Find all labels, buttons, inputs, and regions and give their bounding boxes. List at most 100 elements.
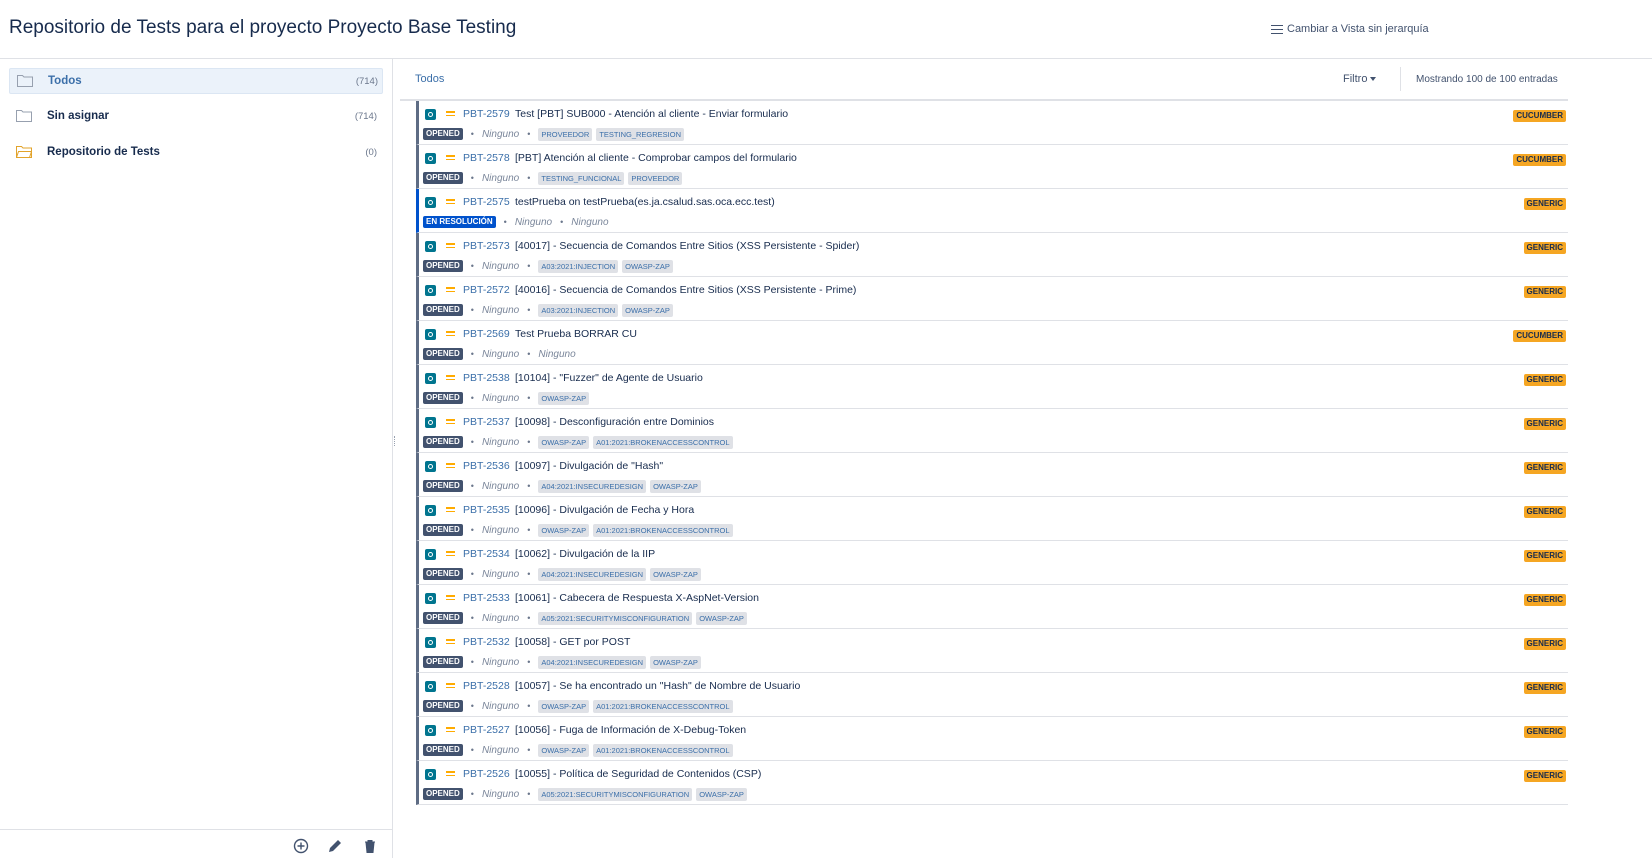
issue-label-tag[interactable]: OWASP-ZAP (622, 259, 673, 273)
issue-summary[interactable]: [10055] - Política de Seguridad de Conte… (515, 768, 761, 780)
issue-label-tag[interactable]: OWASP-ZAP (538, 699, 590, 713)
add-circle-icon[interactable] (293, 838, 309, 854)
issue-key-link[interactable]: PBT-2535 (463, 504, 510, 516)
table-row[interactable]: PBT-2537 [10098] - Desconfiguración entre… (416, 409, 1568, 453)
separator-dot: • (527, 349, 531, 359)
issue-summary[interactable]: [PBT] Atención al cliente - Comprobar ca… (515, 152, 797, 164)
separator-dot: • (470, 349, 474, 359)
issue-label-tag[interactable]: OWASP-ZAP (538, 743, 590, 757)
table-row[interactable]: PBT-2533 [10061] - Cabecera de Respuesta … (416, 585, 1568, 629)
pencil-icon[interactable] (327, 838, 343, 854)
issue-label-tag[interactable]: A01:2021:BROKENACCESSCONTROL (593, 435, 733, 449)
test-type-icon (425, 725, 436, 736)
issue-label-tag[interactable]: A05:2021:SECURITYMISCONFIGURATION (538, 611, 693, 625)
issue-summary[interactable]: [40016] - Secuencia de Comandos Entre Si… (515, 284, 856, 296)
issue-key-link[interactable]: PBT-2572 (463, 284, 510, 296)
issue-label-tag[interactable]: A01:2021:BROKENACCESSCONTROL (593, 699, 733, 713)
table-row[interactable]: PBT-2578 [PBT] Atención al cliente - Comp… (416, 145, 1568, 189)
resize-handle[interactable] (394, 436, 397, 446)
issue-key-link[interactable]: PBT-2536 (463, 460, 510, 472)
issue-label-tag[interactable]: A05:2021:SECURITYMISCONFIGURATION (538, 787, 693, 801)
view-toggle-button[interactable]: Cambiar a Vista sin jerarquía (1271, 22, 1429, 37)
issue-label-tag[interactable]: A03:2021:INJECTION (538, 259, 619, 273)
filter-button[interactable]: Filtro (1343, 73, 1377, 85)
issue-key-link[interactable]: PBT-2569 (463, 328, 510, 340)
issue-summary[interactable]: [10096] - Divulgación de Fecha y Hora (515, 504, 694, 516)
issue-label-tag[interactable]: OWASP-ZAP (696, 787, 747, 801)
issue-key-link[interactable]: PBT-2532 (463, 636, 510, 648)
issue-label-tag[interactable]: A04:2021:INSECUREDESIGN (538, 567, 647, 581)
separator-dot: • (527, 173, 531, 183)
issue-key-link[interactable]: PBT-2533 (463, 592, 510, 604)
issue-summary[interactable]: Test [PBT] SUB000 - Atención al cliente … (515, 108, 788, 120)
issue-meta-value: Ninguno (481, 656, 520, 668)
table-row[interactable]: PBT-2526 [10055] - Política de Seguridad … (416, 761, 1568, 805)
table-row[interactable]: PBT-2528 [10057] - Se ha encontrado un "H… (416, 673, 1568, 717)
folder-todos[interactable]: Todos (714) (9, 68, 383, 94)
issue-summary[interactable]: [10097] - Divulgación de "Hash" (515, 460, 663, 472)
issue-label-tag[interactable]: OWASP-ZAP (650, 567, 701, 581)
issue-label-tag[interactable]: OWASP-ZAP (650, 655, 701, 669)
table-row[interactable]: PBT-2534 [10062] - Divulgación de la IIP O… (416, 541, 1568, 585)
issue-key-link[interactable]: PBT-2534 (463, 548, 510, 560)
issue-label-tag[interactable]: A04:2021:INSECUREDESIGN (538, 655, 647, 669)
issue-label-tag[interactable]: TESTING_REGRESION (596, 127, 684, 141)
issue-label-tag[interactable]: A04:2021:INSECUREDESIGN (538, 479, 647, 493)
issue-key-link[interactable]: PBT-2575 (463, 196, 510, 208)
issue-key-link[interactable]: PBT-2538 (463, 372, 510, 384)
issue-label-tag[interactable]: OWASP-ZAP (696, 611, 747, 625)
issue-label-tag[interactable]: PROVEEDOR (628, 171, 683, 185)
issue-summary[interactable]: [10057] - Se ha encontrado un "Hash" de … (515, 680, 800, 692)
issue-summary[interactable]: [10104] - "Fuzzer" de Agente de Usuario (515, 372, 703, 384)
issue-meta-line: OPENED • Ninguno • OWASP-ZAP A01:2021:BROKENA… (423, 523, 737, 537)
issue-summary[interactable]: [10061] - Cabecera de Respuesta X-AspNet… (515, 592, 759, 604)
page-header: Repositorio de Tests para el proyecto Pr… (0, 0, 1652, 59)
separator-dot: • (470, 525, 474, 535)
breadcrumb[interactable]: Todos (415, 73, 444, 85)
issue-key-link[interactable]: PBT-2573 (463, 240, 510, 252)
issue-summary[interactable]: [10058] - GET por POST (515, 636, 630, 648)
issue-label-tag[interactable]: OWASP-ZAP (538, 435, 590, 449)
issue-key-link[interactable]: PBT-2537 (463, 416, 510, 428)
issue-summary[interactable]: [10062] - Divulgación de la IIP (515, 548, 655, 560)
table-row[interactable]: PBT-2572 [40016] - Secuencia de Comandos … (416, 277, 1568, 321)
issue-label-tag[interactable]: A01:2021:BROKENACCESSCONTROL (593, 523, 733, 537)
table-row[interactable]: PBT-2579 Test [PBT] SUB000 - Atención al … (416, 101, 1568, 145)
issue-label-tag[interactable]: TESTING_FUNCIONAL (538, 171, 625, 185)
priority-medium-icon (446, 199, 455, 205)
issue-key-link[interactable]: PBT-2526 (463, 768, 510, 780)
issue-summary[interactable]: Test Prueba BORRAR CU (515, 328, 637, 340)
issue-summary[interactable]: [10056] - Fuga de Información de X-Debug… (515, 724, 746, 736)
table-row[interactable]: PBT-2569 Test Prueba BORRAR CU OPENED • Ning… (416, 321, 1568, 365)
trash-icon[interactable] (362, 838, 378, 854)
issue-summary[interactable]: testPrueba on testPrueba(es.ja.csalud.sa… (515, 196, 775, 208)
issue-meta-line: OPENED • Ninguno • A04:2021:INSECUREDESIGN OW… (423, 655, 705, 669)
test-type-icon (425, 109, 436, 120)
priority-medium-icon (446, 551, 455, 557)
issue-summary[interactable]: [40017] - Secuencia de Comandos Entre Si… (515, 240, 859, 252)
issue-label-tag[interactable]: OWASP-ZAP (538, 523, 590, 537)
issue-label-tag[interactable]: A03:2021:INJECTION (538, 303, 619, 317)
table-row[interactable]: PBT-2532 [10058] - GET por POST OPENED • Nin… (416, 629, 1568, 673)
table-row[interactable]: PBT-2575 testPrueba on testPrueba(es.ja.c… (416, 189, 1568, 233)
folder-repositorio-de-tests[interactable]: Repositorio de Tests (0) (9, 140, 381, 164)
issue-label-tag[interactable]: OWASP-ZAP (538, 391, 590, 405)
issue-label-tag[interactable]: OWASP-ZAP (650, 479, 701, 493)
issue-key-link[interactable]: PBT-2528 (463, 680, 510, 692)
issue-label-tag[interactable]: PROVEEDOR (538, 127, 593, 141)
issue-label-tag[interactable]: OWASP-ZAP (622, 303, 673, 317)
table-row[interactable]: PBT-2536 [10097] - Divulgación de "Hash" O… (416, 453, 1568, 497)
separator-dot: • (470, 745, 474, 755)
table-row[interactable]: PBT-2527 [10056] - Fuga de Información de… (416, 717, 1568, 761)
issue-label-tag[interactable]: A01:2021:BROKENACCESSCONTROL (593, 743, 733, 757)
issue-summary[interactable]: [10098] - Desconfiguración entre Dominio… (515, 416, 714, 428)
table-row[interactable]: PBT-2535 [10096] - Divulgación de Fecha y… (416, 497, 1568, 541)
folder-sin-asignar[interactable]: Sin asignar (714) (9, 104, 381, 128)
issue-key-link[interactable]: PBT-2579 (463, 108, 510, 120)
issue-key-link[interactable]: PBT-2578 (463, 152, 510, 164)
status-badge: OPENED (423, 568, 463, 580)
table-row[interactable]: PBT-2573 [40017] - Secuencia de Comandos … (416, 233, 1568, 277)
issue-key-link[interactable]: PBT-2527 (463, 724, 510, 736)
status-badge: OPENED (423, 304, 463, 316)
table-row[interactable]: PBT-2538 [10104] - "Fuzzer" de Agente de … (416, 365, 1568, 409)
